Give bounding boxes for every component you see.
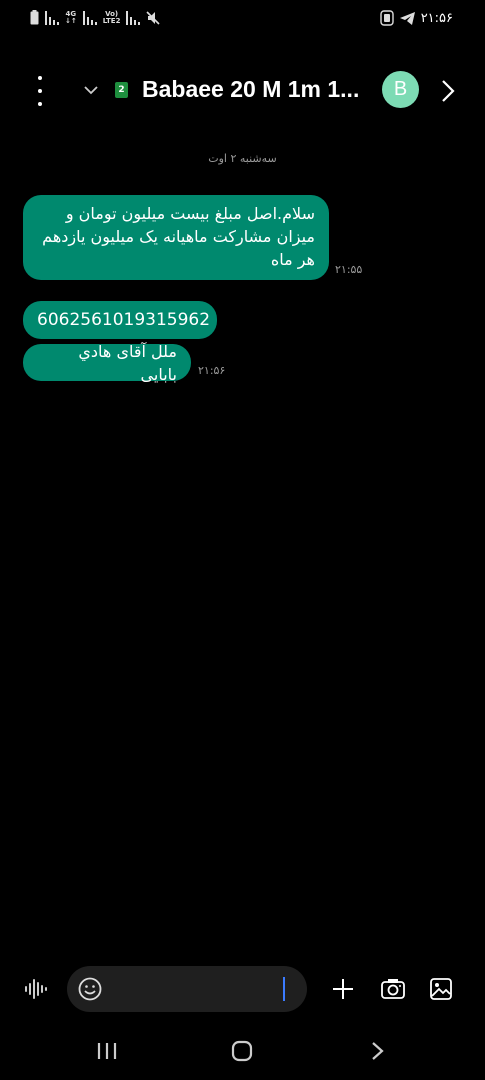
battery-icon [30,10,39,25]
message-bubble[interactable]: 6062561019315962 [23,301,217,339]
message-time: ۲۱:۵۵ [335,263,363,276]
menu-icon[interactable] [26,76,54,106]
net-4g-arrows: ↓↑ [65,16,77,25]
mute-icon [146,10,161,25]
text-cursor [283,977,285,1001]
status-icons-left: 4G ↓↑ Vo) LTE2 [30,10,161,25]
camera-icon[interactable] [380,977,406,1001]
message-time: ۲۱:۵۶ [198,364,226,377]
signal-icon [126,10,141,25]
message-bubble[interactable]: سلام.اصل مبلغ بیست میلیون تومان و میزان … [23,195,329,280]
message-bubble[interactable]: ملل آقای هادي بابايی [23,342,191,384]
home-icon[interactable] [230,1040,254,1062]
battery-saver-icon [379,10,394,26]
volte-indicator: Vo) LTE2 [102,10,121,25]
signal-icon [45,10,59,25]
status-icons-right: ۲۱:۵۶ [379,10,453,26]
message-text: ملل آقای هادي بابايی [78,341,177,384]
next-arrow-icon[interactable] [438,78,458,104]
contact-name[interactable]: Babaee 20 M 1m 1... [142,76,359,103]
message-text: 6062561019315962 [37,309,211,330]
gallery-icon[interactable] [429,977,453,1001]
back-icon[interactable] [369,1041,387,1061]
date-separator: سه‌شنبه ۲ اوت [208,152,277,165]
conversation-header: 2 Babaee 20 M 1m 1... B [0,62,485,118]
emoji-icon[interactable] [77,976,103,1002]
network-4g-indicator: 4G ↓↑ [65,10,77,25]
avatar[interactable]: B [382,71,419,108]
plus-icon[interactable] [331,977,355,1001]
status-bar: 4G ↓↑ Vo) LTE2 ۲۱:۵۶ [0,0,485,40]
chevron-down-icon[interactable] [82,81,100,99]
composer-bar [0,966,485,1012]
system-navigation-bar [0,1030,485,1080]
volte-bottom-label: LTE2 [102,16,121,25]
sim-badge: 2 [115,82,128,98]
voice-icon[interactable] [24,978,48,1000]
message-text: سلام.اصل مبلغ بیست میلیون تومان و میزان … [42,204,315,269]
signal-icon [82,10,97,25]
status-time: ۲۱:۵۶ [420,10,453,26]
recents-icon[interactable] [96,1041,118,1061]
telegram-icon [399,11,415,25]
message-input[interactable] [67,966,307,1012]
